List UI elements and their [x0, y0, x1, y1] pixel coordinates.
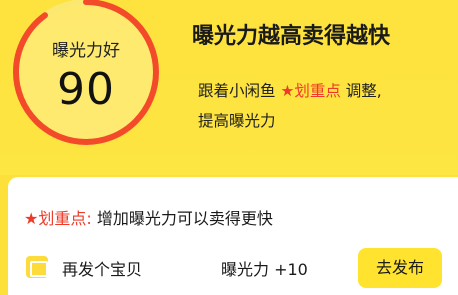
folder-icon	[26, 256, 48, 278]
description: 跟着小闲鱼 ★划重点 调整, 提高曝光力	[198, 76, 448, 136]
tips-card: ★划重点: 增加曝光力可以卖得更快 再发个宝贝 曝光力 +10 去发布	[8, 177, 458, 295]
tip-highlight: ★划重点:	[24, 209, 92, 228]
description-highlight: ★划重点	[280, 82, 341, 100]
tip-line: ★划重点: 增加曝光力可以卖得更快	[24, 205, 273, 229]
task-row: 再发个宝贝 曝光力 +10 去发布	[8, 241, 458, 295]
description-prefix: 跟着小闲鱼	[198, 82, 276, 100]
exposure-gauge: 曝光力好 90	[8, 0, 164, 150]
description-line2: 提高曝光力	[198, 112, 276, 130]
publish-button[interactable]: 去发布	[358, 248, 442, 288]
headline: 曝光力越高卖得越快	[192, 24, 391, 49]
gauge-score: 90	[57, 64, 115, 115]
header-panel: 曝光力好 90 曝光力越高卖得越快 跟着小闲鱼 ★划重点 调整, 提高曝光力	[0, 0, 458, 175]
task-gain: 曝光力 +10	[221, 260, 308, 279]
gauge-label: 曝光力好	[52, 41, 120, 61]
tip-text: 增加曝光力可以卖得更快	[96, 209, 273, 228]
description-suffix: 调整,	[345, 82, 382, 100]
task-title: 再发个宝贝	[62, 260, 143, 279]
